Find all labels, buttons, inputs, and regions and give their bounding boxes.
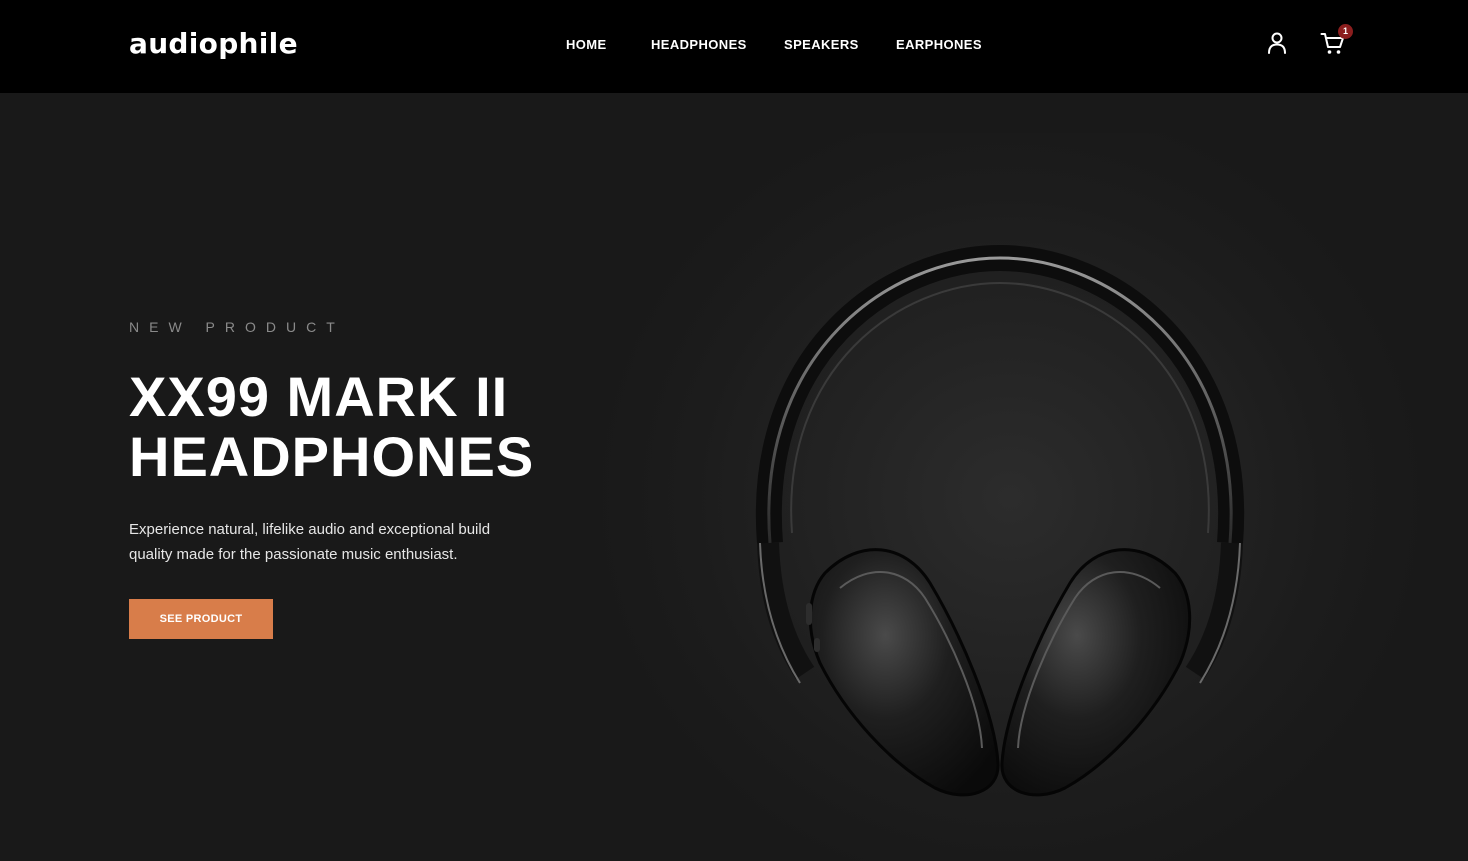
hero-title: XX99 MARK II HEADPHONES bbox=[129, 367, 569, 487]
hero-title-line-1: XX99 MARK II bbox=[129, 365, 509, 428]
site-header: audiophile HOME HEADPHONES SPEAKERS EARP… bbox=[0, 0, 1468, 93]
cart-count-badge: 1 bbox=[1338, 24, 1353, 39]
hero-description: Experience natural, lifelike audio and e… bbox=[129, 521, 491, 563]
nav-earphones[interactable]: EARPHONES bbox=[896, 37, 982, 52]
nav-speakers[interactable]: SPEAKERS bbox=[784, 37, 859, 52]
see-product-button[interactable]: SEE PRODUCT bbox=[129, 599, 273, 639]
logo[interactable]: audiophile bbox=[129, 27, 298, 60]
hero-section: NEW PRODUCT XX99 MARK II HEADPHONES Expe… bbox=[0, 93, 1468, 861]
hero-title-line-2: HEADPHONES bbox=[129, 425, 535, 488]
hero-overline: NEW PRODUCT bbox=[129, 319, 345, 335]
nav-home[interactable]: HOME bbox=[566, 37, 607, 52]
nav-headphones[interactable]: HEADPHONES bbox=[651, 37, 747, 52]
user-icon bbox=[1268, 32, 1286, 54]
page: audiophile HOME HEADPHONES SPEAKERS EARP… bbox=[0, 0, 1468, 861]
account-button[interactable] bbox=[1264, 30, 1290, 56]
headphones-image bbox=[755, 244, 1245, 797]
